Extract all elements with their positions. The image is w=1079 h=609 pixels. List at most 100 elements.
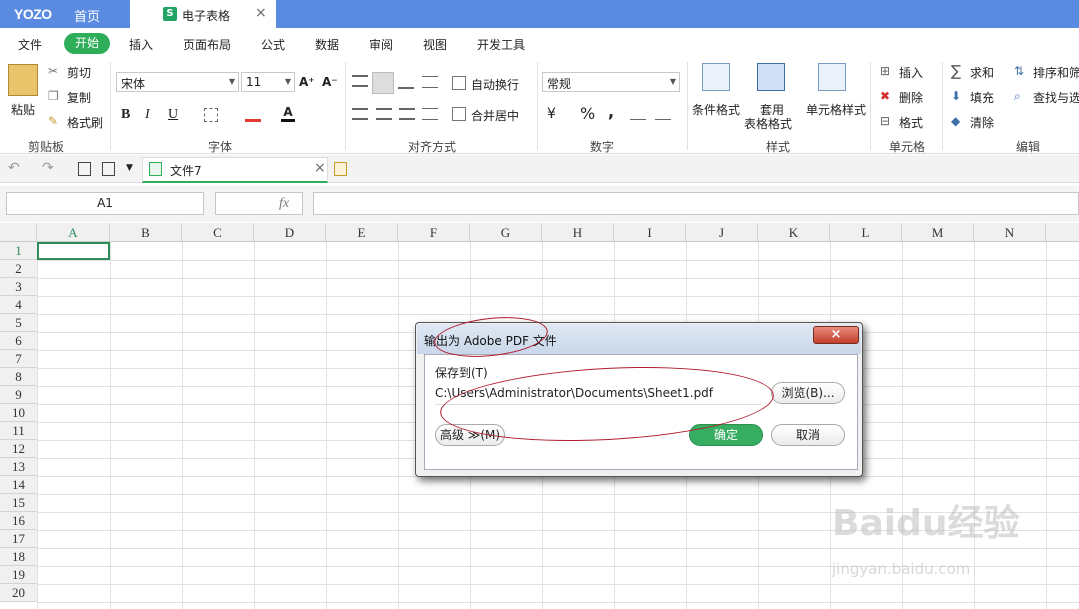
row-header[interactable]: 18: [0, 548, 37, 566]
menu-data[interactable]: 数据: [315, 36, 339, 53]
column-header[interactable]: B: [110, 223, 182, 242]
indent-icon[interactable]: [422, 76, 438, 88]
menu-review[interactable]: 审阅: [369, 36, 393, 53]
formula-input[interactable]: [313, 192, 1079, 215]
close-doc-icon[interactable]: ×: [314, 160, 326, 176]
menu-view[interactable]: 视图: [423, 36, 447, 53]
browse-button[interactable]: 浏览(B)...: [771, 382, 845, 404]
menu-file[interactable]: 文件: [18, 36, 42, 53]
customize-qat-icon[interactable]: ▼: [126, 163, 133, 173]
copy-button[interactable]: 复制: [67, 89, 91, 106]
undo-icon[interactable]: ↶: [8, 160, 20, 176]
name-box[interactable]: A1: [6, 192, 204, 215]
column-header-partial[interactable]: [1046, 223, 1079, 242]
row-header[interactable]: 16: [0, 512, 37, 530]
row-header[interactable]: 19: [0, 566, 37, 584]
column-header[interactable]: F: [398, 223, 470, 242]
grow-font-button[interactable]: A⁺: [299, 75, 315, 89]
row-header[interactable]: 11: [0, 422, 37, 440]
increase-decimal-icon[interactable]: [630, 108, 646, 120]
active-cell-a1[interactable]: [37, 242, 110, 260]
column-header[interactable]: N: [974, 223, 1046, 242]
row-header[interactable]: 20: [0, 584, 37, 602]
border-icon[interactable]: [204, 108, 218, 122]
dialog-close-button[interactable]: ×: [813, 326, 859, 344]
column-header[interactable]: H: [542, 223, 614, 242]
align-right-icon[interactable]: [399, 108, 415, 120]
align-bottom-icon[interactable]: [398, 79, 414, 89]
column-header[interactable]: J: [686, 223, 758, 242]
paste-button[interactable]: 粘贴: [11, 101, 35, 118]
column-header[interactable]: K: [758, 223, 830, 242]
row-header[interactable]: 4: [0, 296, 37, 314]
clear-button[interactable]: 清除: [970, 114, 994, 131]
row-header[interactable]: 2: [0, 260, 37, 278]
close-tab-icon[interactable]: ×: [255, 5, 267, 21]
row-header[interactable]: 8: [0, 368, 37, 386]
row-header[interactable]: 1: [0, 242, 37, 260]
menu-formulas[interactable]: 公式: [261, 36, 285, 53]
merge-center-button[interactable]: 合并居中: [471, 107, 519, 124]
row-header[interactable]: 9: [0, 386, 37, 404]
column-header[interactable]: G: [470, 223, 542, 242]
column-header[interactable]: D: [254, 223, 326, 242]
fx-icon[interactable]: fx: [279, 196, 289, 212]
print-preview-icon[interactable]: [78, 162, 91, 176]
italic-button[interactable]: I: [145, 107, 150, 123]
comma-button[interactable]: ,: [608, 102, 614, 121]
format-cells-button[interactable]: 格式: [899, 114, 923, 131]
column-header[interactable]: M: [902, 223, 974, 242]
fill-button[interactable]: 填充: [970, 89, 994, 106]
autosum-button[interactable]: 求和: [970, 64, 994, 81]
align-left-icon[interactable]: [352, 108, 368, 120]
column-header[interactable]: I: [614, 223, 686, 242]
new-document-icon[interactable]: [334, 162, 347, 176]
row-header[interactable]: 14: [0, 476, 37, 494]
row-header[interactable]: 3: [0, 278, 37, 296]
redo-icon[interactable]: ↷: [42, 160, 54, 176]
bold-button[interactable]: B: [121, 107, 130, 123]
align-top-icon[interactable]: [352, 75, 368, 87]
align-center-icon[interactable]: [376, 108, 392, 120]
font-name-select[interactable]: 宋体 ▼: [116, 72, 239, 92]
percent-button[interactable]: %: [580, 104, 595, 123]
conditional-format-button[interactable]: 条件格式: [692, 101, 740, 118]
insert-cells-button[interactable]: 插入: [899, 64, 923, 81]
underline-button[interactable]: U: [168, 107, 178, 123]
row-header[interactable]: 7: [0, 350, 37, 368]
find-select-button[interactable]: 查找与选: [1033, 89, 1079, 106]
number-format-select[interactable]: 常规 ▼: [542, 72, 680, 92]
cut-button[interactable]: 剪切: [67, 64, 91, 81]
row-header[interactable]: 15: [0, 494, 37, 512]
row-header[interactable]: 10: [0, 404, 37, 422]
decrease-decimal-icon[interactable]: [655, 108, 671, 120]
select-all-corner[interactable]: [0, 223, 37, 242]
menu-developer[interactable]: 开发工具: [477, 36, 525, 53]
paste-icon[interactable]: [8, 64, 38, 96]
menu-page-layout[interactable]: 页面布局: [183, 36, 231, 53]
font-size-select[interactable]: 11 ▼: [241, 72, 295, 92]
save-icon[interactable]: [102, 162, 115, 176]
row-header[interactable]: 6: [0, 332, 37, 350]
sort-filter-button[interactable]: 排序和筛: [1033, 64, 1079, 81]
row-header[interactable]: 17: [0, 530, 37, 548]
column-header[interactable]: L: [830, 223, 902, 242]
column-header[interactable]: E: [326, 223, 398, 242]
menu-home[interactable]: 开始: [64, 33, 110, 54]
align-middle-icon[interactable]: [372, 72, 394, 94]
shrink-font-button[interactable]: A⁻: [322, 75, 338, 89]
home-tab[interactable]: 首页: [74, 6, 100, 25]
wrap-text-button[interactable]: 自动换行: [471, 76, 519, 93]
format-painter-button[interactable]: 格式刷: [67, 114, 103, 131]
menu-insert[interactable]: 插入: [129, 36, 153, 53]
currency-button[interactable]: ¥: [547, 106, 556, 122]
cancel-button[interactable]: 取消: [771, 424, 845, 446]
fill-color-icon[interactable]: [245, 108, 261, 122]
delete-cells-button[interactable]: 删除: [899, 89, 923, 106]
row-header[interactable]: 12: [0, 440, 37, 458]
row-header[interactable]: 5: [0, 314, 37, 332]
row-header[interactable]: 13: [0, 458, 37, 476]
table-format-button[interactable]: 表格格式: [744, 115, 792, 132]
font-color-icon[interactable]: A: [281, 106, 295, 122]
column-header[interactable]: A: [37, 223, 110, 242]
